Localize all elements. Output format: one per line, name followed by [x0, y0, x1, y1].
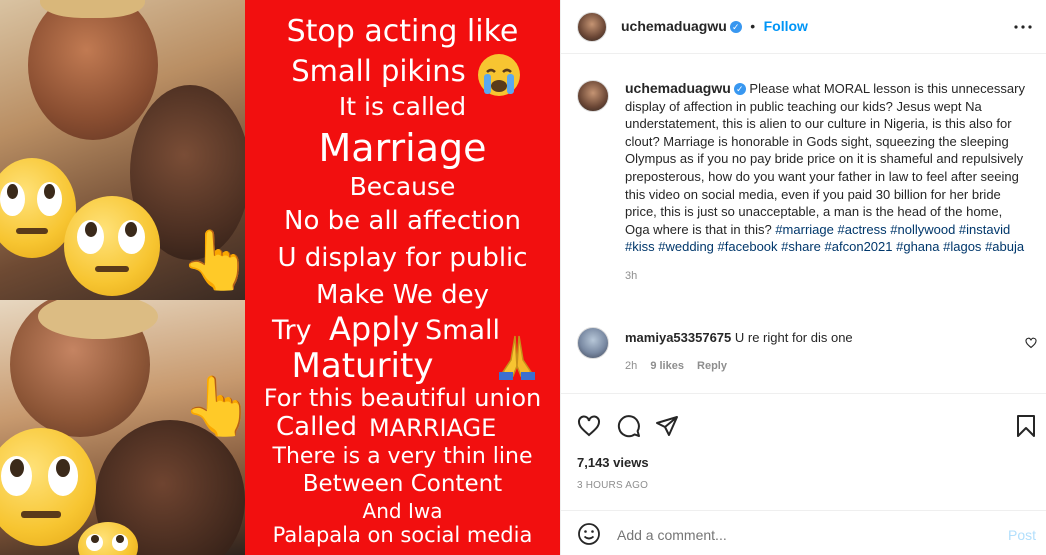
save-bookmark-icon[interactable] [1015, 414, 1037, 438]
card-line: Maturity [291, 346, 434, 386]
card-line: Make We dey [315, 280, 490, 310]
card-line: U display for public [277, 243, 528, 273]
hashtag[interactable]: #instavid [959, 222, 1010, 237]
video-still-top: 👆 [0, 0, 245, 300]
post-header: uchemaduagwu ✓ • Follow [561, 0, 1046, 54]
card-line: Small [425, 315, 500, 346]
caption-avatar[interactable] [577, 80, 609, 112]
comment-text: U re right for dis one [734, 330, 853, 345]
hashtag[interactable]: #afcon2021 [825, 239, 893, 254]
eye-roll-emoji [64, 196, 160, 296]
comment-time[interactable]: 2h [625, 360, 637, 372]
card-line: Try [272, 315, 312, 346]
card-line: There is a very thin line [272, 444, 533, 469]
woman-face [28, 0, 158, 140]
comment: mamiya53357675 U re right for dis one [625, 330, 853, 345]
username-link[interactable]: uchemaduagwu [621, 18, 727, 34]
card-line: For this beautiful union [263, 384, 542, 412]
separator-dot: • [750, 18, 756, 34]
post-sidebar: uchemaduagwu ✓ • Follow uchemaduagwu ✓ Ple… [560, 0, 1046, 555]
praying-hands-emoji [491, 330, 543, 382]
verified-badge-icon: ✓ [733, 83, 746, 95]
hashtag[interactable]: #actress [837, 222, 886, 237]
hashtag[interactable]: #marriage [775, 222, 834, 237]
caption-text: Please what MORAL lesson is this unneces… [625, 81, 1025, 237]
like-heart-icon[interactable] [577, 414, 601, 438]
eye-roll-emoji [0, 428, 96, 546]
add-comment-bar: Post [561, 510, 1046, 555]
post-button[interactable]: Post [1008, 527, 1036, 543]
caption-username[interactable]: uchemaduagwu [625, 80, 731, 96]
card-line: And Iwa [362, 499, 443, 523]
avatar[interactable] [577, 12, 607, 42]
comment-likes[interactable]: 9 likes [650, 360, 684, 372]
hashtag[interactable]: #ghana [896, 239, 939, 254]
card-line: No be all affection [284, 206, 521, 236]
hashtag[interactable]: #kiss [625, 239, 655, 254]
hashtag[interactable]: #share [781, 239, 821, 254]
header-user: uchemaduagwu ✓ • Follow [621, 18, 808, 36]
pointing-hand-icon: 👆 [180, 228, 245, 293]
hashtag[interactable]: #nollywood [890, 222, 955, 237]
hashtag[interactable]: #facebook [718, 239, 778, 254]
card-line: MARRIAGE [369, 414, 497, 442]
comment-meta: 2h 9 likes Reply [625, 360, 727, 372]
follow-button[interactable]: Follow [764, 18, 808, 34]
card-line: It is called [338, 92, 467, 121]
hashtag[interactable]: #lagos [943, 239, 981, 254]
text-card: Stop acting like Small pikins It is call… [245, 0, 560, 555]
card-line: Stop acting like [286, 14, 519, 49]
card-line: Called [276, 412, 358, 442]
share-paper-plane-icon[interactable] [655, 414, 679, 438]
video-still-bottom: 👆 [0, 300, 245, 555]
card-line: Because [349, 172, 456, 201]
card-line: Marriage [318, 126, 487, 170]
card-line: Palapala on social media [272, 523, 533, 547]
verified-badge-icon: ✓ [729, 21, 742, 33]
commenter-username[interactable]: mamiya53357675 [625, 330, 731, 345]
card-line: Apply [329, 310, 420, 348]
action-bar [561, 393, 1046, 453]
comment-input[interactable] [615, 523, 989, 547]
emoji-smiley-icon[interactable] [577, 522, 601, 546]
hashtag[interactable]: #wedding [658, 239, 714, 254]
view-count[interactable]: 7,143 views [577, 455, 649, 470]
more-options-icon[interactable] [1013, 18, 1033, 36]
post-media[interactable]: 👆 👆 Stop acting like Small pikins It is … [0, 0, 560, 555]
comment-like-heart-icon[interactable] [1025, 336, 1037, 349]
comment-bubble-icon[interactable] [617, 414, 641, 438]
reply-button[interactable]: Reply [697, 360, 727, 372]
caption: uchemaduagwu ✓ Please what MORAL lesson i… [625, 80, 1025, 286]
pointing-hand-icon: 👆 [182, 374, 245, 439]
caption-time[interactable]: 3h [625, 268, 1025, 286]
commenter-avatar[interactable] [577, 327, 609, 359]
post-date[interactable]: 3 HOURS AGO [577, 480, 648, 491]
hashtag[interactable]: #abuja [985, 239, 1024, 254]
card-line: Between Content [302, 471, 503, 497]
